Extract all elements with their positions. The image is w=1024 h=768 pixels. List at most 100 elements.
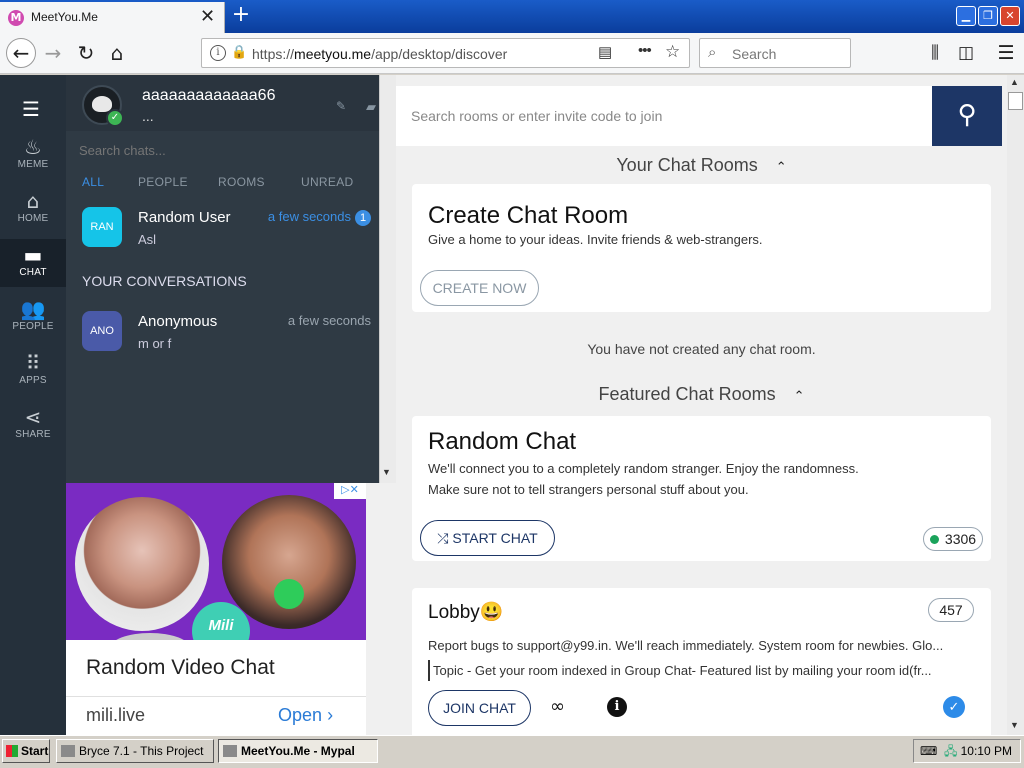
close-tab-icon[interactable]: ✕	[200, 6, 215, 27]
compose-message-icon[interactable]: ▰	[366, 99, 376, 115]
scrollbar-thumb[interactable]	[1008, 92, 1023, 110]
bookmark-star-icon[interactable]: ☆	[665, 42, 680, 62]
random-chat-card: Random Chat We'll connect you to a compl…	[412, 416, 991, 561]
lock-icon[interactable]: 🔒	[231, 44, 247, 60]
card-title: Create Chat Room	[428, 202, 629, 229]
create-now-button[interactable]: CREATE NOW	[420, 270, 539, 306]
link-icon[interactable]: ∞	[550, 696, 565, 717]
keyboard-icon[interactable]: ⌨	[920, 740, 937, 762]
verified-check-icon: ✓	[943, 696, 965, 718]
user-name[interactable]: aaaaaaaaaaaaa66	[142, 87, 275, 105]
chevron-up-icon[interactable]: ⌃	[776, 160, 787, 175]
window-close-button[interactable]: ✕	[1000, 6, 1020, 26]
clock[interactable]: 10:10 PM	[961, 740, 1012, 762]
url-bar[interactable]: i 🔒 https://meetyou.me/app/desktop/disco…	[201, 38, 690, 68]
time-text: a few seconds	[267, 209, 351, 224]
card-title: Random Chat	[428, 428, 577, 455]
apps-grid-icon: ⠿	[25, 351, 41, 375]
card-description: Give a home to your ideas. Invite friend…	[428, 232, 763, 247]
share-icon: ⋖	[24, 405, 42, 429]
conversation-last-message: m or f	[138, 336, 172, 351]
chevron-right-icon: ›	[327, 705, 334, 725]
scroll-up-arrow-icon[interactable]: ▲	[1010, 77, 1019, 87]
sidebar-toggle-icon[interactable]: ◫	[953, 40, 979, 66]
ad-title[interactable]: Random Video Chat	[86, 656, 275, 680]
new-tab-plus-icon[interactable]: +	[230, 2, 252, 30]
task-label: Bryce 7.1 - This Project	[79, 744, 204, 758]
advertisement[interactable]: Mili ▷✕ Random Video Chat mili.live Open…	[66, 483, 366, 735]
search-icon: ⌕	[708, 44, 717, 61]
scroll-down-arrow-icon[interactable]: ▼	[1010, 720, 1019, 730]
menu-icon[interactable]: ☰	[22, 97, 40, 121]
url-text[interactable]: https://meetyou.me/app/desktop/discover	[252, 46, 507, 62]
conversation-last-message: Asl	[138, 232, 157, 247]
filter-unread[interactable]: UNREAD	[301, 175, 353, 189]
ad-photo-left	[75, 497, 209, 631]
taskbar-item-bryce[interactable]: Bryce 7.1 - This Project	[56, 739, 214, 763]
info-icon[interactable]: i	[607, 697, 627, 717]
hamburger-menu-icon[interactable]: ☰	[993, 40, 1019, 66]
forward-arrow-icon[interactable]: →	[40, 40, 66, 66]
start-chat-button[interactable]: ⤮ START CHAT	[420, 520, 555, 556]
ad-open-button[interactable]: Open ›	[278, 705, 333, 726]
shuffle-icon: ⤮	[437, 531, 449, 547]
nav-label: MEME	[17, 159, 49, 170]
reload-icon[interactable]: ↻	[73, 40, 99, 66]
start-button[interactable]: Start	[2, 739, 50, 763]
featured-chat-rooms-header[interactable]: Featured Chat Rooms ⌃	[396, 384, 1007, 405]
filter-all[interactable]: ALL	[82, 175, 104, 189]
filter-people[interactable]: PEOPLE	[138, 175, 188, 189]
list-item-random-user[interactable]: RAN Random User Asl a few seconds 1	[66, 207, 379, 267]
browser-search-field[interactable]: ⌕ Search	[699, 38, 851, 68]
list-item-anonymous[interactable]: ANO Anonymous m or f a few seconds	[66, 311, 379, 371]
home-icon[interactable]: ⌂	[104, 40, 130, 66]
search-button[interactable]: ⚲	[932, 86, 1002, 146]
chevron-up-icon[interactable]: ⌃	[794, 389, 805, 404]
taskbar-item-mypal[interactable]: MeetYou.Me - Mypal	[218, 739, 378, 763]
browser-tab-meetyou[interactable]: M MeetYou.Me ✕	[0, 2, 225, 33]
ad-image[interactable]: Mili	[66, 483, 366, 640]
search-chats-input[interactable]	[66, 137, 379, 163]
join-chat-button[interactable]: JOIN CHAT	[428, 690, 531, 726]
online-count-pill: 3306	[923, 527, 983, 551]
reader-view-icon[interactable]: ▤	[598, 43, 612, 61]
room-search-input[interactable]: Search rooms or enter invite code to joi…	[396, 86, 932, 146]
filter-rooms[interactable]: ROOMS	[218, 175, 265, 189]
flame-icon: ♨	[24, 135, 42, 159]
avatar[interactable]: ✓	[82, 85, 124, 127]
nav-item-share[interactable]: ⋖ SHARE	[0, 405, 66, 455]
nav-item-apps[interactable]: ⠿ APPS	[0, 351, 66, 401]
online-count: 3306	[944, 531, 977, 547]
edit-pencil-icon[interactable]: ✎	[336, 99, 346, 113]
window-minimize-button[interactable]: ▁	[956, 6, 976, 26]
section-title: Your Chat Rooms	[616, 155, 758, 175]
mypal-app-icon	[223, 745, 237, 757]
bryce-app-icon	[61, 745, 75, 757]
network-icon[interactable]: 🖧	[944, 740, 957, 762]
nav-item-people[interactable]: 👥 PEOPLE	[0, 297, 66, 347]
ad-domain[interactable]: mili.live	[86, 705, 145, 726]
nav-item-home[interactable]: ⌂ HOME	[0, 189, 66, 239]
card-title[interactable]: Lobby😃	[428, 600, 503, 624]
back-arrow-icon[interactable]: ←	[6, 38, 36, 68]
library-icon[interactable]: ⫼	[922, 40, 948, 66]
scroll-down-arrow-icon[interactable]: ▼	[382, 467, 391, 477]
unread-badge: 1	[355, 210, 371, 226]
chat-list-pane: ✓ aaaaaaaaaaaaa66 ... ✎ ▰ ALL PEOPLE ROO…	[66, 75, 379, 483]
app-nav-rail: ☰ ♨ MEME ⌂ HOME ▬ CHAT 👥 PEOPLE ⠿ APPS ⋖…	[0, 75, 66, 735]
page-scrollbar[interactable]: ▲ ▼	[1007, 75, 1024, 735]
your-chat-rooms-header[interactable]: Your Chat Rooms ⌃	[396, 155, 1007, 176]
nav-item-chat[interactable]: ▬ CHAT	[0, 239, 66, 287]
ad-choices-close-icon[interactable]: ▷✕	[334, 483, 366, 499]
conversation-avatar: ANO	[82, 311, 122, 351]
section-title: Featured Chat Rooms	[598, 384, 776, 404]
page-actions-menu-icon[interactable]: •••	[638, 42, 652, 59]
info-icon[interactable]: i	[210, 45, 226, 61]
card-description-line2: Make sure not to tell strangers personal…	[428, 482, 749, 497]
room-search-placeholder: Search rooms or enter invite code to joi…	[411, 108, 663, 124]
window-maximize-button[interactable]: ❐	[978, 6, 998, 26]
conversation-name: Random User	[138, 209, 231, 226]
nav-item-meme[interactable]: ♨ MEME	[0, 135, 66, 185]
create-chat-room-card: Create Chat Room Give a home to your ide…	[412, 184, 991, 312]
chat-list-scrollbar[interactable]: ▼	[379, 75, 396, 483]
